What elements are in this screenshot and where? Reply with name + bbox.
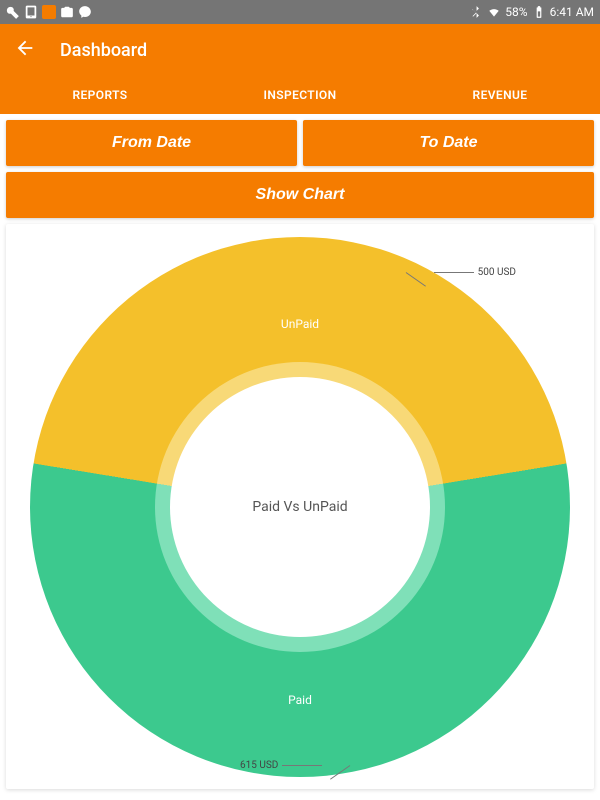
status-left (6, 5, 92, 19)
chart-center-label: Paid Vs UnPaid (170, 377, 430, 637)
status-right: 58% 6:41 AM (469, 5, 594, 19)
show-chart-row: Show Chart (6, 172, 594, 218)
app-icon (42, 5, 56, 19)
wifi-icon (487, 5, 501, 19)
date-button-row: From Date To Date (0, 114, 600, 169)
tab-reports[interactable]: REPORTS (0, 88, 200, 102)
chart-card: Paid Vs UnPaid UnPaid Paid 500 USD 615 U… (6, 224, 594, 789)
clock-text: 6:41 AM (550, 5, 594, 19)
to-date-button[interactable]: To Date (303, 120, 594, 166)
wrench-icon (6, 5, 20, 19)
messenger-icon (78, 5, 92, 19)
callout-paid-text: 615 USD (240, 760, 278, 771)
callout-unpaid-text: 500 USD (478, 267, 516, 278)
app-bar: Dashboard (0, 24, 600, 76)
callout-paid: 615 USD (240, 760, 350, 771)
camera-icon (60, 5, 74, 19)
tab-revenue[interactable]: REVENUE (400, 88, 600, 102)
show-chart-button[interactable]: Show Chart (6, 172, 594, 218)
tablet-icon (24, 5, 38, 19)
battery-icon (532, 5, 546, 19)
from-date-button[interactable]: From Date (6, 120, 297, 166)
tabs: REPORTS INSPECTION REVENUE (0, 76, 600, 114)
status-bar: 58% 6:41 AM (0, 0, 600, 24)
page-title: Dashboard (60, 40, 147, 61)
tab-inspection[interactable]: INSPECTION (200, 88, 400, 102)
bluetooth-icon (469, 5, 483, 19)
donut-chart: Paid Vs UnPaid UnPaid Paid 500 USD 615 U… (30, 237, 570, 777)
battery-percent: 58% (505, 5, 527, 19)
callout-unpaid: 500 USD (406, 267, 516, 278)
back-arrow-icon[interactable] (14, 37, 36, 63)
